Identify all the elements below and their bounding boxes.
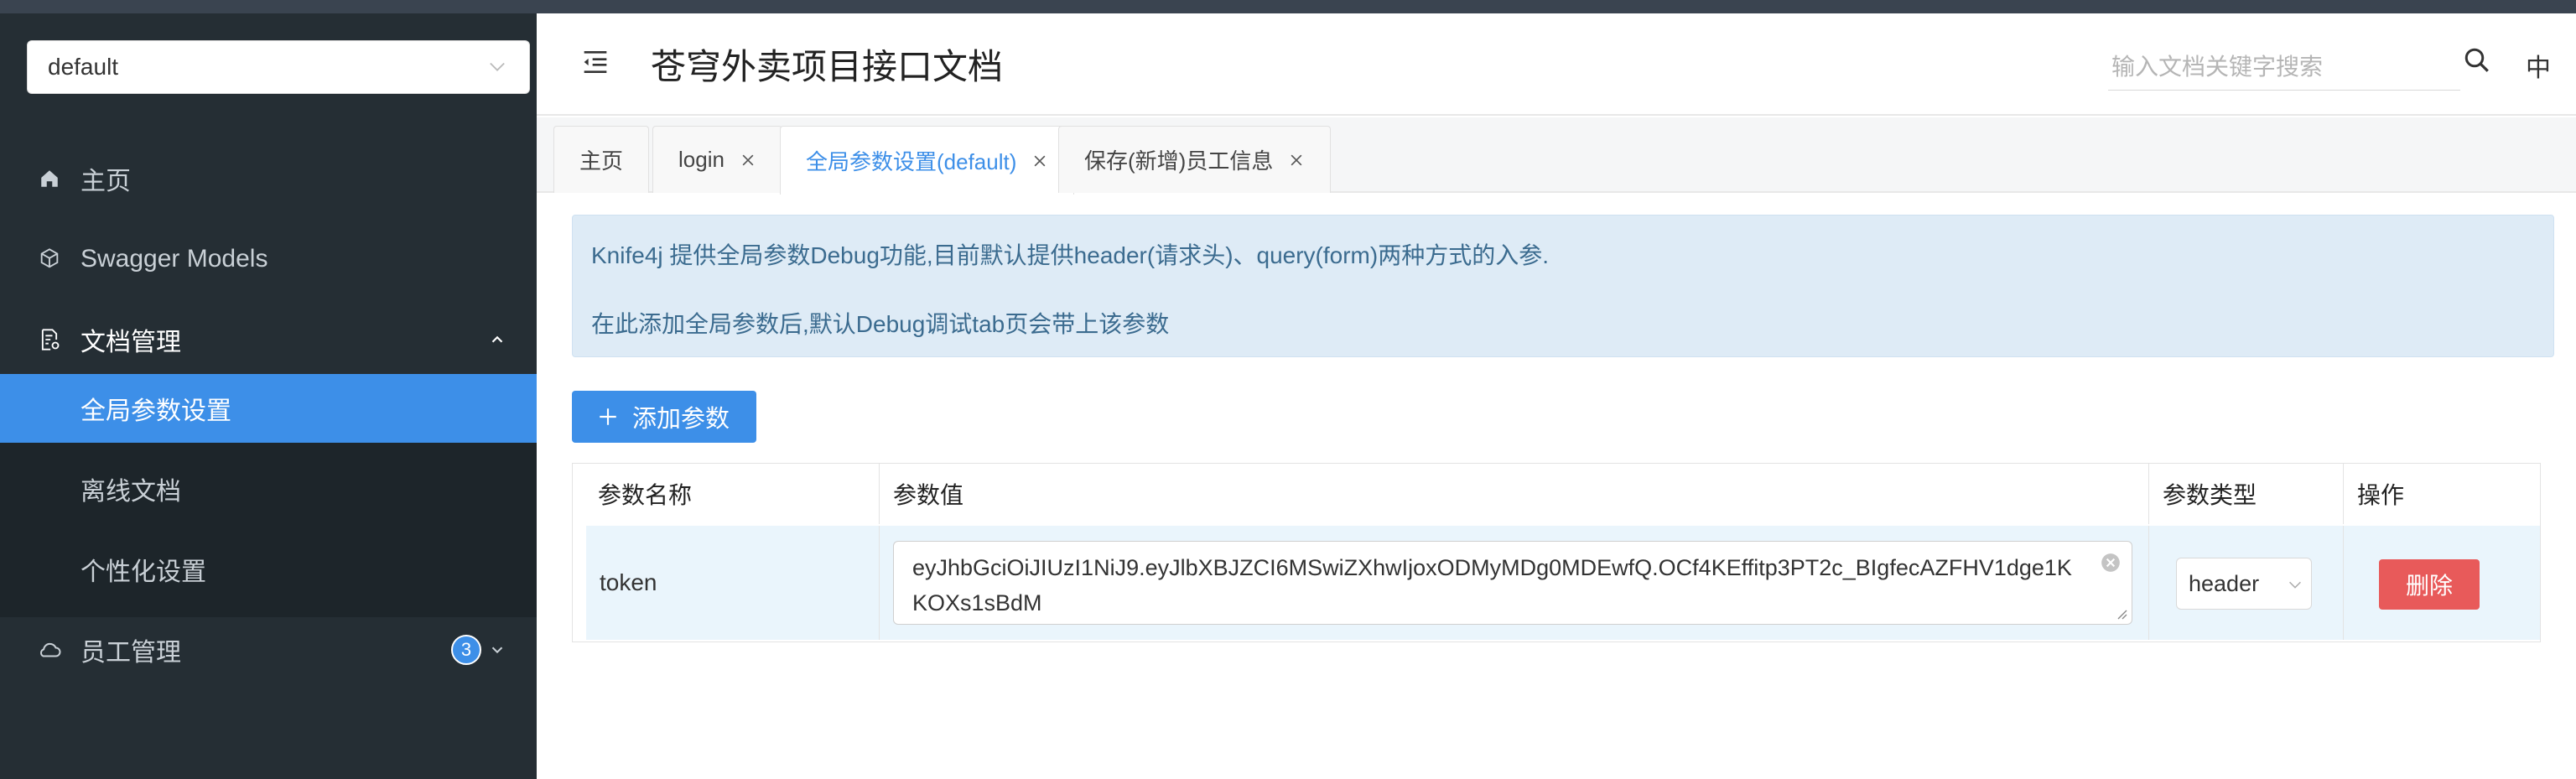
sidebar-item-label: 全局参数设置	[80, 397, 231, 425]
sidebar-item-personalization[interactable]: 个性化设置	[0, 535, 537, 604]
tab-home[interactable]: 主页	[553, 126, 650, 193]
tab-login[interactable]: login	[652, 126, 782, 193]
page-title: 苍穹外卖项目接口文档	[651, 47, 1004, 86]
tab-bar: 主页 login 全局参数设置(default) 保存(新增)员工信息	[537, 117, 2576, 195]
sidebar-item-employee-management[interactable]: 员工管理 3	[0, 615, 537, 684]
sidebar: default 主页 Swagger Models 文档管理 全局参数设置 离线…	[0, 13, 537, 779]
param-type-select[interactable]: header	[2176, 558, 2312, 610]
window-top-strip	[0, 0, 2576, 13]
sidebar-item-label: Swagger Models	[80, 245, 268, 273]
search-icon[interactable]	[2462, 45, 2492, 75]
sidebar-item-global-params[interactable]: 全局参数设置	[0, 374, 537, 443]
params-table: 参数名称 参数值 参数类型 操作 token eyJhbGciOiJIUzI1N…	[572, 463, 2541, 642]
table-row: token eyJhbGciOiJIUzI1NiJ9.eyJlbXBJZCI6M…	[586, 526, 2540, 640]
sidebar-item-label: 主页	[80, 168, 131, 195]
sidebar-item-label: 离线文档	[80, 478, 181, 506]
header: 苍穹外卖项目接口文档 中	[537, 13, 2576, 116]
close-icon[interactable]	[740, 152, 756, 169]
column-header: 操作	[2357, 482, 2405, 508]
alert-line-1: Knife4j 提供全局参数Debug功能,目前默认提供header(请求头)、…	[591, 242, 1549, 268]
param-name-cell: token	[586, 526, 880, 640]
param-value-textarea[interactable]: eyJhbGciOiJIUzI1NiJ9.eyJlbXBJZCI6MSwiZXh…	[893, 541, 2132, 625]
sidebar-item-label: 个性化设置	[80, 558, 206, 586]
plus-icon	[600, 408, 616, 425]
column-header: 参数类型	[2149, 464, 2344, 524]
language-switch[interactable]: 中	[2526, 47, 2551, 84]
column-header: 参数名称	[573, 464, 880, 524]
search-input[interactable]	[2108, 44, 2460, 91]
sidebar-item-swagger-models[interactable]: Swagger Models	[0, 225, 537, 293]
param-value-text: eyJhbGciOiJIUzI1NiJ9.eyJlbXBJZCI6MSwiZXh…	[912, 555, 2072, 615]
group-select-value: default	[48, 54, 119, 80]
tab-save-employee[interactable]: 保存(新增)员工信息	[1058, 126, 1332, 193]
group-select[interactable]: default	[27, 40, 530, 94]
menu-fold-icon[interactable]	[579, 45, 612, 79]
tab-global-params[interactable]: 全局参数设置(default)	[780, 126, 1075, 195]
doc-settings-icon	[37, 327, 62, 352]
column-header: 参数值	[880, 464, 2149, 524]
chevron-up-icon	[491, 335, 503, 343]
delete-button[interactable]: 删除	[2379, 559, 2480, 610]
add-param-button[interactable]: 添加参数	[572, 391, 756, 443]
tab-label: login	[678, 147, 724, 172]
cube-icon	[37, 247, 62, 272]
chevron-down-icon	[2289, 581, 2301, 589]
home-icon	[37, 166, 62, 191]
resize-handle-icon[interactable]	[2115, 607, 2128, 621]
clear-icon[interactable]	[2100, 552, 2122, 574]
sidebar-item-label: 员工管理	[80, 639, 181, 667]
info-alert: Knife4j 提供全局参数Debug功能,目前默认提供header(请求头)、…	[572, 215, 2554, 357]
sidebar-item-doc-management[interactable]: 文档管理	[0, 305, 537, 374]
tab-label: 主页	[579, 148, 624, 174]
alert-line-2: 在此添加全局参数后,默认Debug调试tab页会带上该参数	[591, 311, 1170, 337]
count-badge: 3	[451, 635, 481, 665]
chevron-down-icon	[490, 62, 505, 71]
sidebar-item-home[interactable]: 主页	[0, 144, 537, 213]
close-icon[interactable]	[1288, 152, 1305, 169]
chevron-down-icon	[491, 647, 503, 654]
param-type-value: header	[2189, 570, 2260, 596]
close-icon[interactable]	[1031, 153, 1048, 169]
sidebar-item-offline-docs[interactable]: 离线文档	[0, 454, 537, 523]
tab-label: 保存(新增)员工信息	[1084, 148, 1274, 174]
tab-label: 全局参数设置(default)	[806, 149, 1017, 174]
sidebar-item-label: 文档管理	[80, 329, 181, 356]
add-param-label: 添加参数	[632, 406, 730, 433]
cloud-icon	[37, 637, 62, 662]
